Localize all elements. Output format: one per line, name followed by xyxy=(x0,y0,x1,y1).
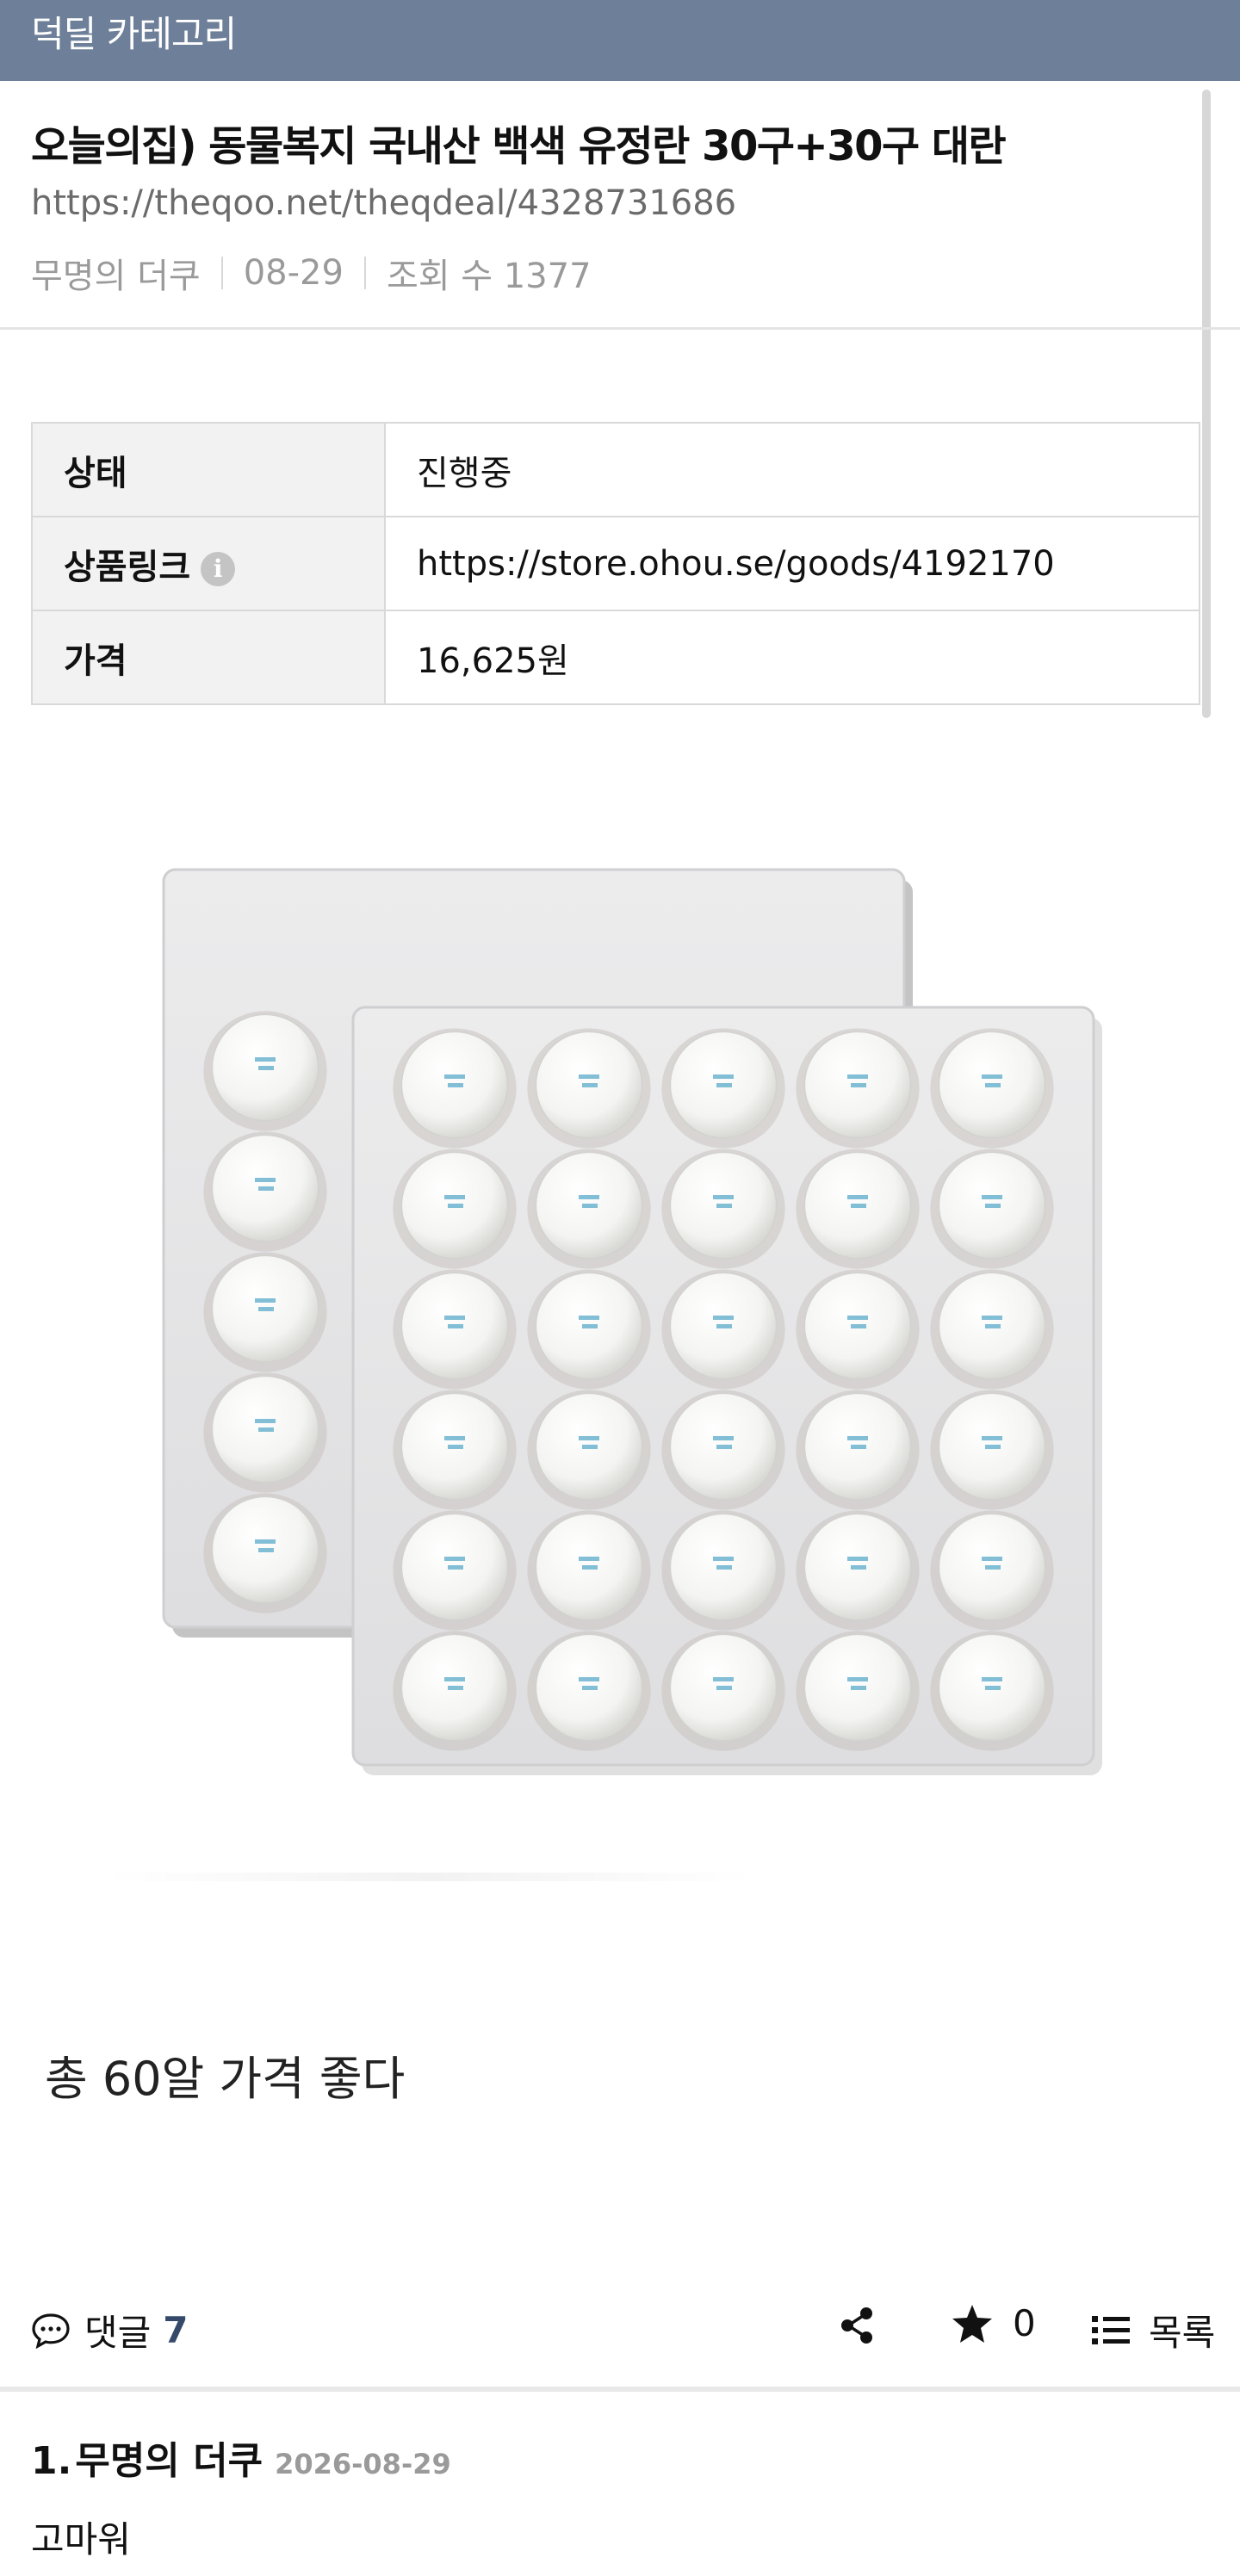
comment-item: 1. 무명의 더쿠 2026-08-29 고마워 xyxy=(31,2430,1202,2563)
product-link-label: 상품링크 xyxy=(64,547,191,587)
egg-tray-image[interactable] xyxy=(146,852,1119,1808)
status-value: 진행중 xyxy=(384,422,1200,517)
post-body-text: 총 60알 가격 좋다 xyxy=(45,2052,406,2106)
divider xyxy=(0,2387,1240,2392)
scrollbar[interactable] xyxy=(1202,90,1211,718)
price-value: 16,625원 xyxy=(384,610,1200,705)
deal-info-table: 상태 진행중 상품링크 i https://store.ohou.se/goods… xyxy=(31,422,1200,705)
comment-index: 1. xyxy=(31,2439,72,2483)
post-action-bar: 댓글 7 0 목록 xyxy=(0,2297,1240,2361)
share-icon[interactable] xyxy=(837,2306,877,2345)
comment-label: 댓글 xyxy=(84,2312,152,2354)
comment-count-button[interactable]: 댓글 7 xyxy=(31,2304,189,2356)
front-egg-tray xyxy=(351,1006,1102,1775)
category-title[interactable]: 덕딜 카테고리 xyxy=(31,5,237,58)
comment-icon xyxy=(32,2313,70,2349)
image-shadow xyxy=(103,1873,758,1881)
favorite-count: 0 xyxy=(1013,2302,1036,2344)
divider xyxy=(0,327,1240,330)
comment-text: 고마워 xyxy=(31,2518,131,2561)
comment-count: 7 xyxy=(163,2309,189,2351)
post-url[interactable]: https://theqoo.net/theqdeal/4328731686 xyxy=(31,183,736,223)
list-icon xyxy=(1092,2315,1130,2344)
status-label: 상태 xyxy=(31,422,386,517)
info-icon[interactable]: i xyxy=(201,551,236,586)
table-row: 가격 16,625원 xyxy=(31,610,1200,705)
post-title: 오늘의집) 동물복지 국내산 백색 유정란 30구+30구 대란 xyxy=(31,122,1007,170)
comment-author[interactable]: 무명의 더쿠 xyxy=(75,2430,263,2485)
table-row: 상품링크 i https://store.ohou.se/goods/419217… xyxy=(31,516,1200,611)
price-label: 가격 xyxy=(31,610,386,705)
post-meta: 무명의 더쿠 08-29 조회 수 1377 xyxy=(31,248,592,298)
post-author[interactable]: 무명의 더쿠 xyxy=(31,248,201,298)
table-row: 상태 진행중 xyxy=(31,422,1200,517)
meta-separator xyxy=(363,257,366,289)
post-views: 조회 수 1377 xyxy=(386,257,592,296)
list-button[interactable]: 목록 xyxy=(1092,2304,1215,2356)
product-link-label-cell: 상품링크 i xyxy=(31,516,386,611)
list-label: 목록 xyxy=(1149,2312,1216,2354)
post-date: 08-29 xyxy=(243,253,344,293)
product-link-value[interactable]: https://store.ohou.se/goods/4192170 xyxy=(384,516,1200,611)
meta-separator xyxy=(220,257,223,289)
favorite-button[interactable]: 0 xyxy=(951,2302,1036,2344)
category-header: 덕딜 카테고리 xyxy=(0,0,1240,81)
star-icon xyxy=(952,2304,992,2343)
comment-date: 2026-08-29 xyxy=(275,2448,451,2480)
comment-header: 1. 무명의 더쿠 2026-08-29 xyxy=(31,2430,1202,2485)
